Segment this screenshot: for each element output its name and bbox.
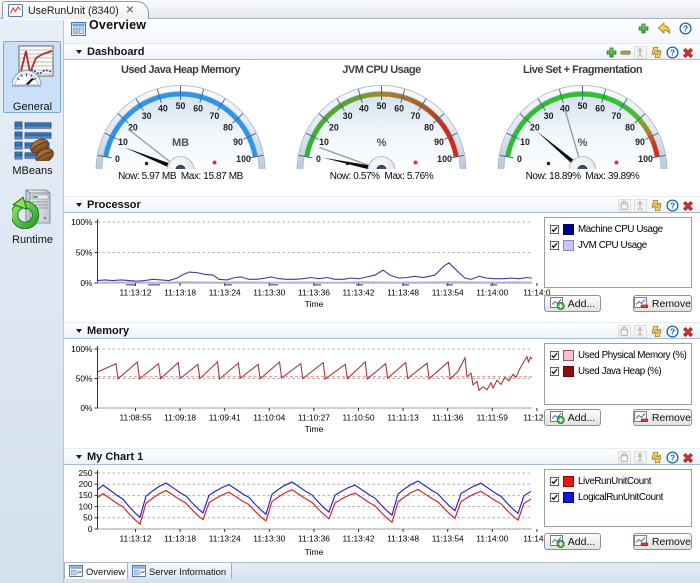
svg-text:60: 60 (394, 104, 404, 114)
svg-text:20: 20 (329, 122, 339, 132)
svg-text:11:11:59: 11:11:59 (477, 413, 509, 423)
svg-text:11:11:36: 11:11:36 (432, 413, 464, 423)
svg-text:90: 90 (233, 137, 243, 147)
svg-text:70: 70 (210, 111, 220, 121)
svg-text:70: 70 (411, 111, 421, 121)
svg-text:40: 40 (359, 104, 369, 114)
svg-text:80: 80 (223, 122, 233, 132)
svg-text:Time: Time (305, 424, 324, 434)
svg-text:50: 50 (377, 101, 387, 111)
svg-text:100: 100 (236, 154, 251, 164)
svg-text:11:13:30: 11:13:30 (253, 534, 285, 544)
svg-text:11:13:24: 11:13:24 (209, 534, 241, 544)
svg-text:0%: 0% (80, 278, 93, 288)
svg-text:?: ? (670, 326, 675, 336)
svg-text:50%: 50% (76, 247, 93, 257)
svg-text:200: 200 (79, 479, 93, 489)
svg-text:?: ? (670, 452, 675, 462)
svg-text:11:14:00: 11:14:00 (476, 534, 508, 544)
svg-text:11:09:41: 11:09:41 (209, 413, 241, 423)
svg-text:11:13:42: 11:13:42 (343, 534, 375, 544)
svg-text:11:13:24: 11:13:24 (209, 288, 241, 298)
svg-text:11:13:12: 11:13:12 (120, 534, 152, 544)
svg-text:Time: Time (305, 299, 324, 309)
svg-text:50: 50 (83, 513, 93, 523)
svg-text:11:10:27: 11:10:27 (298, 413, 330, 423)
svg-text:90: 90 (635, 137, 645, 147)
svg-text:100: 100 (79, 501, 93, 511)
svg-text:100: 100 (437, 154, 452, 164)
svg-text:80: 80 (625, 122, 635, 132)
svg-text:30: 30 (142, 111, 152, 121)
svg-text:10: 10 (520, 137, 530, 147)
svg-text:50%: 50% (76, 373, 93, 383)
svg-text:50: 50 (176, 101, 186, 111)
svg-text:11:13:54: 11:13:54 (432, 534, 464, 544)
svg-text:11:13:18: 11:13:18 (164, 288, 196, 298)
svg-text:11:13:18: 11:13:18 (164, 534, 196, 544)
svg-text:30: 30 (544, 111, 554, 121)
svg-text:0: 0 (115, 154, 120, 164)
svg-text:60: 60 (193, 104, 203, 114)
svg-text:0: 0 (88, 524, 93, 534)
svg-text:100%: 100% (71, 217, 93, 227)
svg-text:250: 250 (79, 468, 93, 478)
svg-text:60: 60 (595, 104, 605, 114)
svg-text:Time: Time (305, 547, 324, 557)
svg-text:%: % (578, 137, 588, 149)
svg-text:?: ? (683, 23, 688, 33)
svg-text:0%: 0% (80, 403, 93, 413)
svg-text:?: ? (670, 200, 675, 210)
svg-text:11:13:36: 11:13:36 (298, 534, 330, 544)
svg-text:?: ? (670, 47, 675, 57)
svg-text:11:14:00: 11:14:00 (476, 288, 508, 298)
svg-text:11:10:50: 11:10:50 (343, 413, 375, 423)
svg-text:150: 150 (79, 490, 93, 500)
svg-text:11:13:30: 11:13:30 (253, 288, 285, 298)
svg-text:50: 50 (578, 101, 588, 111)
svg-text:11:10:04: 11:10:04 (253, 413, 285, 423)
svg-text:70: 70 (612, 111, 622, 121)
svg-text:11:09:18: 11:09:18 (164, 413, 196, 423)
svg-text:10: 10 (319, 137, 329, 147)
svg-text:80: 80 (424, 122, 434, 132)
svg-text:11:13:48: 11:13:48 (387, 534, 419, 544)
svg-text:0: 0 (316, 154, 321, 164)
svg-text:MB: MB (172, 137, 189, 149)
svg-text:20: 20 (530, 122, 540, 132)
svg-text:%: % (377, 137, 387, 149)
svg-text:30: 30 (343, 111, 353, 121)
svg-text:100: 100 (638, 154, 653, 164)
svg-text:0: 0 (517, 154, 522, 164)
svg-text:90: 90 (434, 137, 444, 147)
svg-text:100%: 100% (71, 344, 93, 354)
svg-text:11:13:48: 11:13:48 (387, 288, 419, 298)
svg-text:11:13:36: 11:13:36 (298, 288, 330, 298)
svg-text:11:11:13: 11:11:13 (387, 413, 419, 423)
svg-text:11:13:12: 11:13:12 (120, 288, 152, 298)
svg-text:11:13:54: 11:13:54 (432, 288, 464, 298)
svg-text:40: 40 (158, 104, 168, 114)
svg-text:10: 10 (118, 137, 128, 147)
svg-text:11:13:42: 11:13:42 (343, 288, 375, 298)
svg-text:11:08:55: 11:08:55 (120, 413, 152, 423)
